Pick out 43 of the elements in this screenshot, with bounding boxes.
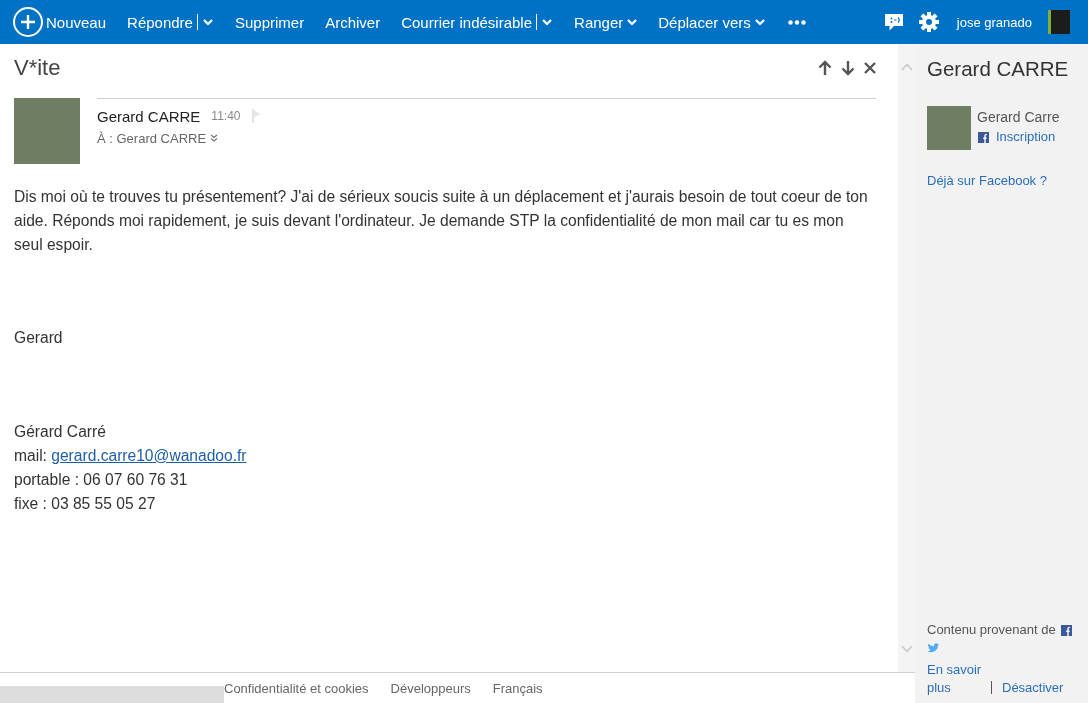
signature-name: Gérard Carré [14,422,107,442]
avatar-photo[interactable] [1048,10,1070,34]
message-subject: V*ite [14,55,61,81]
expand-icon[interactable] [210,134,219,142]
footer-link[interactable]: Développeurs [390,680,471,696]
signup-link[interactable]: Inscription [996,128,1056,146]
contact-name: Gerard Carre [977,108,1060,127]
message-paragraph: Gerard [14,328,64,348]
down-arrow-icon[interactable] [841,60,855,76]
toolbar-button[interactable]: Courrier indésirable [401,7,554,37]
facebook-icon [1060,624,1072,636]
message-paragraph: Dis moi où te trouves tu présentement? J'ai de sérieux soucis suite à un déplacement et j'aurais besoin de tout coeur de ton aide. Réponds moi rapidement, je suis devant l'ordinateur. Je demande STP la confidentialité de mon mail car tu es mon seul espoir. [14,187,869,255]
plus-circle-icon [13,7,43,37]
learn-more-link[interactable]: En savoir plus [927,661,985,697]
photo-placeholder [927,106,971,150]
recipient-text: À : Gerard CARRE [97,130,207,146]
pane-title: Gerard CARRE [927,56,1069,82]
chat-icon[interactable] [884,13,903,31]
sender-name: Gerard CARRE [97,107,201,125]
close-icon[interactable] [864,62,876,74]
settings-icon[interactable] [918,12,939,32]
user-name[interactable]: jose granado [956,14,1032,30]
signature-line: mail: gerard.carre10@wanadoo.fr [14,446,248,466]
signature-line: portable : 06 07 60 76 31 [14,470,189,490]
footer-link[interactable]: Français [492,680,543,696]
more-icon[interactable] [787,19,806,25]
up-arrow-icon[interactable] [818,60,832,76]
bird-icon [927,643,940,653]
email-link[interactable]: gerard.carre10@wanadoo.fr [51,447,247,464]
signature-line: fixe : 03 85 55 05 27 [14,494,157,514]
message-time: 11:40 [211,109,241,123]
facebook-icon [978,131,989,143]
toolbar-button[interactable]: Supprimer [234,7,305,37]
facebook-link[interactable]: Déjà sur Facebook ? [927,172,1047,190]
disable-link[interactable]: Désactiver [1002,680,1064,695]
new-button[interactable]: Nouveau [13,7,107,37]
toolbar-button[interactable]: Archiver [325,7,381,37]
toolbar-button[interactable]: Déplacer vers [658,7,765,37]
toolbar-button[interactable]: Ranger [574,7,638,37]
footer-link[interactable]: Confidentialité et cookies [224,680,369,696]
toolbar-button[interactable]: Répondre [127,7,214,37]
source-label: Contenu provenant de [927,621,1056,639]
photo-placeholder [14,98,80,164]
